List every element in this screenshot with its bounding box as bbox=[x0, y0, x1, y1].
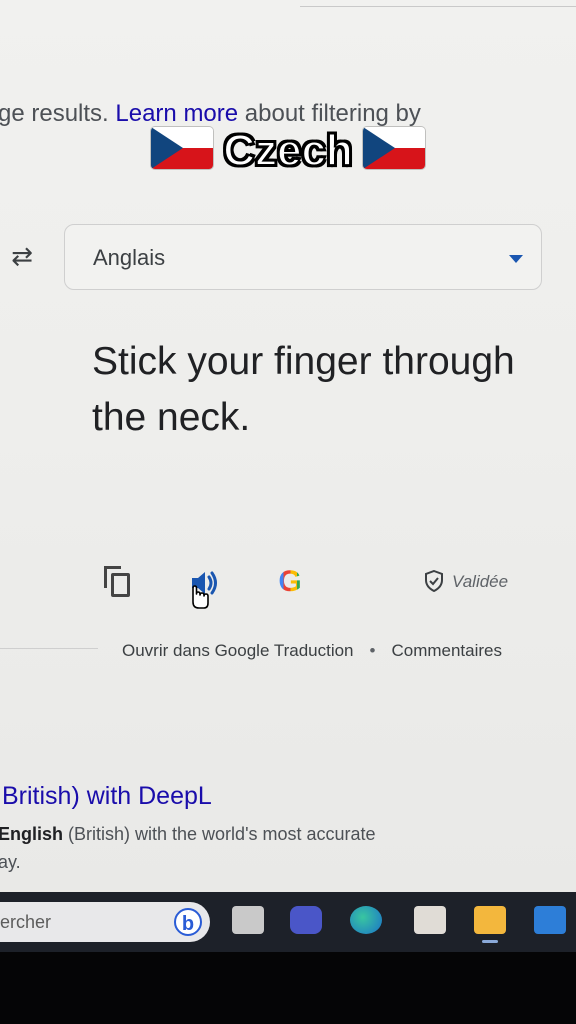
verified-label: Validée bbox=[452, 572, 509, 591]
taskbar-search-box[interactable]: ercher b bbox=[0, 902, 210, 942]
separator-dot: • bbox=[369, 641, 376, 660]
speaker-icon bbox=[192, 571, 217, 609]
translation-output-panel: Stick your finger through the neck. bbox=[66, 310, 536, 550]
taskbar-search-text: ercher bbox=[0, 912, 52, 932]
learn-more-link[interactable]: Learn more bbox=[115, 100, 238, 127]
store-icon[interactable] bbox=[414, 906, 446, 934]
snippet-text-line2: ay. bbox=[0, 852, 21, 872]
snippet-bold: English bbox=[0, 824, 64, 844]
divider bbox=[0, 648, 98, 649]
target-language-select[interactable]: Anglais bbox=[64, 224, 542, 290]
filter-notice-text: ge results. bbox=[0, 100, 116, 127]
chevron-down-icon bbox=[509, 255, 523, 263]
file-explorer-preview-icon[interactable] bbox=[232, 906, 264, 934]
active-app-indicator bbox=[482, 940, 498, 943]
divider bbox=[300, 6, 576, 7]
czech-flag-icon bbox=[151, 127, 214, 169]
windows-taskbar: ercher b bbox=[0, 892, 576, 952]
verified-shield-icon bbox=[425, 570, 443, 592]
mail-icon[interactable] bbox=[534, 906, 566, 934]
listen-button[interactable] bbox=[184, 566, 224, 612]
copy-icon[interactable] bbox=[104, 566, 134, 600]
translation-footer-links: Ouvrir dans Google Traduction • Commentair… bbox=[122, 641, 502, 661]
video-caption: Czech bbox=[0, 125, 576, 176]
open-in-google-translate-link[interactable]: Ouvrir dans Google Traduction bbox=[122, 641, 354, 660]
google-search-icon[interactable]: G bbox=[274, 566, 306, 598]
edge-browser-icon[interactable] bbox=[350, 906, 382, 934]
copy-icon-front bbox=[111, 573, 130, 597]
feedback-link[interactable]: Commentaires bbox=[391, 641, 502, 660]
monitor-bezel bbox=[0, 952, 576, 1024]
filter-notice-text-end: about filtering by bbox=[238, 100, 421, 127]
search-result-title[interactable]: British) with DeepL bbox=[2, 782, 212, 811]
caption-text: Czech bbox=[222, 125, 354, 176]
target-language-label: Anglais bbox=[93, 245, 166, 270]
snippet-text: (British) with the world's most accurate bbox=[63, 824, 376, 844]
swap-languages-icon[interactable]: ⇄ bbox=[6, 242, 38, 270]
meet-icon[interactable] bbox=[290, 906, 322, 934]
czech-flag-icon bbox=[362, 127, 425, 169]
filter-notice: ge results. Learn more about filtering b… bbox=[0, 100, 421, 128]
folder-icon[interactable] bbox=[474, 906, 506, 934]
translation-text: Stick your finger through the neck. bbox=[92, 340, 515, 439]
bing-icon[interactable]: b bbox=[174, 908, 202, 936]
browser-viewport: ge results. Learn more about filtering b… bbox=[0, 0, 576, 892]
search-result-snippet: English (British) with the world's most … bbox=[0, 820, 376, 876]
